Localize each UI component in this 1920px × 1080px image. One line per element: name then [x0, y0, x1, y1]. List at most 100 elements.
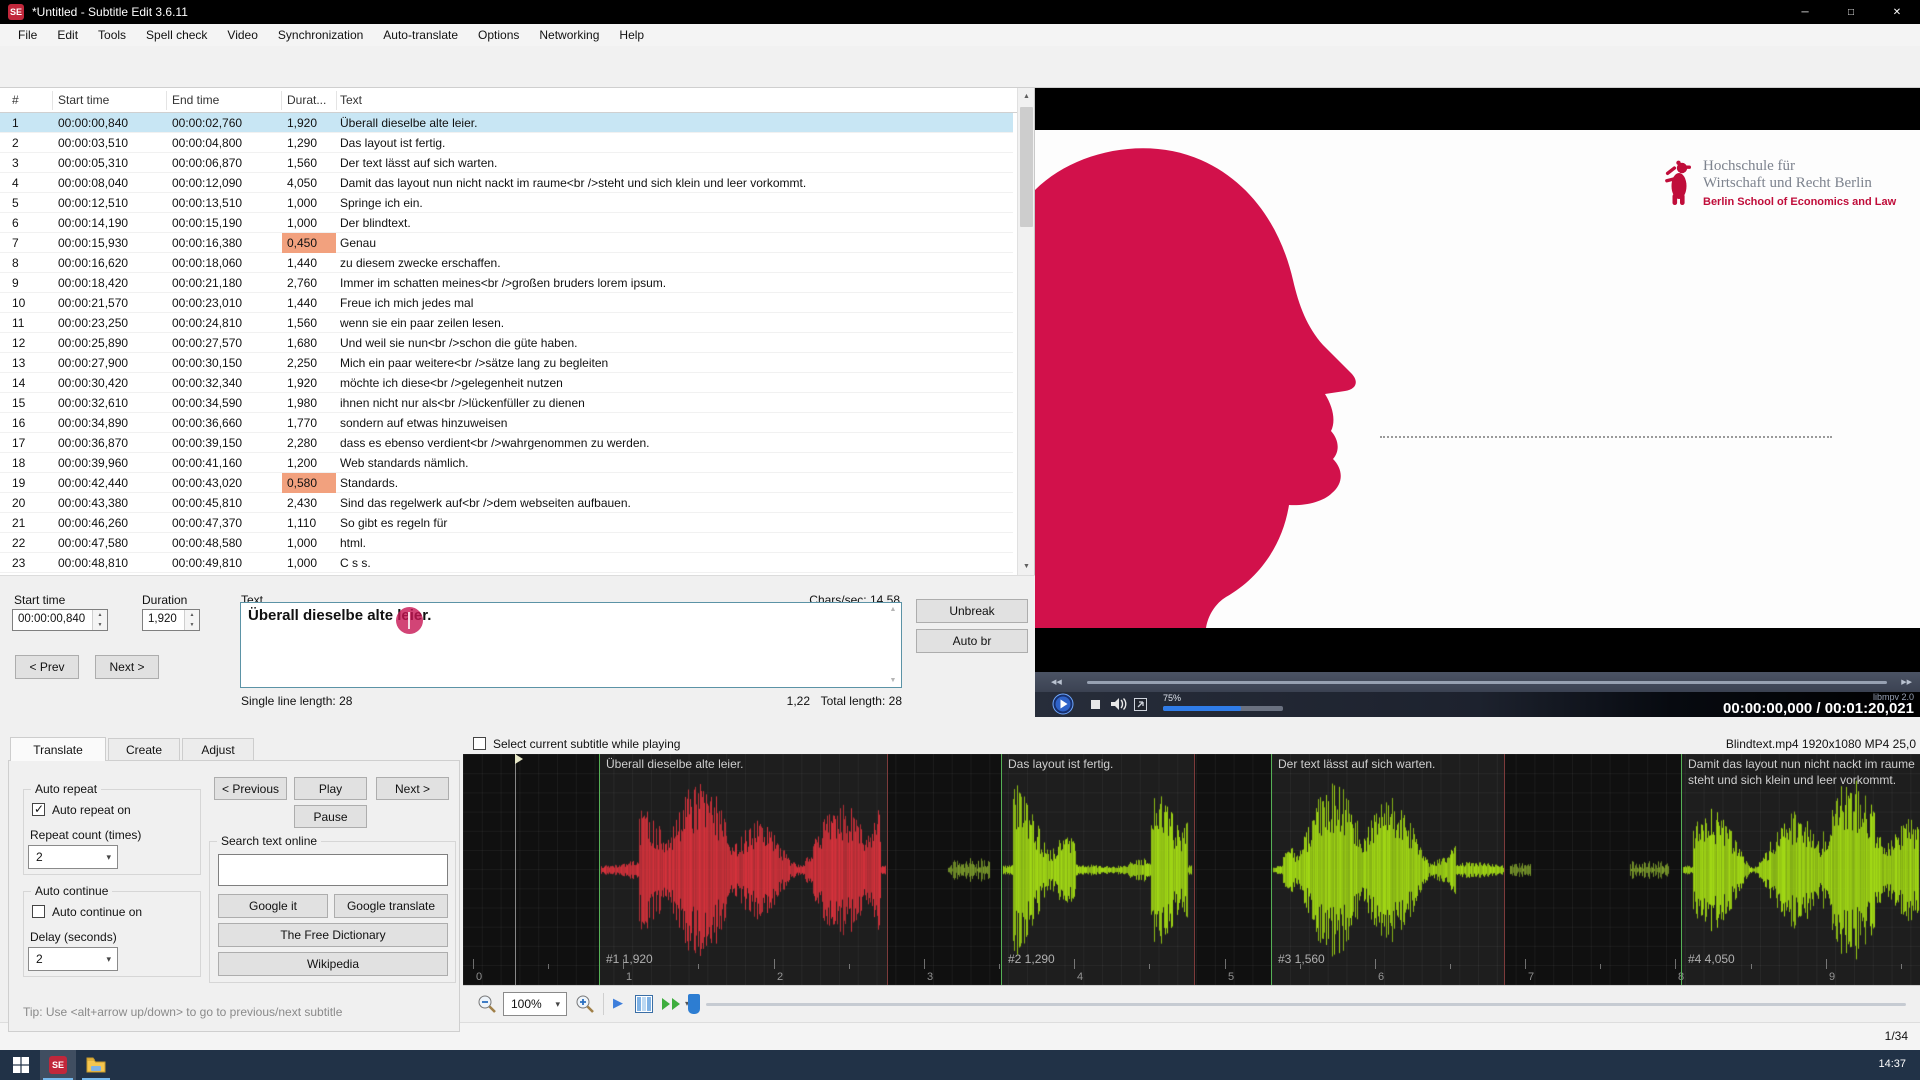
auto-repeat-checkbox[interactable] — [32, 802, 45, 816]
spin-down-icon[interactable]: ▼ — [92, 620, 107, 630]
subtitle-row[interactable]: 23 00:00:48,810 00:00:49,810 1,000 C s s. — [0, 553, 1013, 573]
taskbar-file-explorer[interactable] — [78, 1050, 114, 1080]
cell-du: 1,290 — [287, 136, 318, 150]
previous-button[interactable]: < Previous — [214, 777, 287, 800]
auto-continue-checkbox[interactable] — [32, 905, 45, 918]
subtitle-row[interactable]: 18 00:00:39,960 00:00:41,160 1,200 Web stand… — [0, 453, 1013, 473]
list-header: # Start time End time Durat... Text — [0, 88, 1034, 113]
tab-adjust[interactable]: Adjust — [182, 738, 254, 760]
cell-du: 1,000 — [287, 536, 318, 550]
subtitle-row[interactable]: 21 00:00:46,260 00:00:47,370 1,110 So gibt e… — [0, 513, 1013, 533]
subtitle-row[interactable]: 10 00:00:21,570 00:00:23,010 1,440 Freue ich… — [0, 293, 1013, 313]
subtitle-row[interactable]: 5 00:00:12,510 00:00:13,510 1,000 Springe ic… — [0, 193, 1013, 213]
search-text-input[interactable] — [218, 854, 448, 886]
cell-du: 1,200 — [287, 456, 318, 470]
subtitle-row[interactable]: 8 00:00:16,620 00:00:18,060 1,440 zu diesem … — [0, 253, 1013, 273]
pause-button[interactable]: Pause — [294, 805, 367, 828]
zoom-in-icon[interactable] — [575, 994, 595, 1014]
next-subtitle-button[interactable]: Next > — [95, 655, 159, 679]
position-slider-track[interactable] — [706, 1003, 1906, 1006]
subtitle-row[interactable]: 7 00:00:15,930 00:00:16,380 0,450 Genau — [0, 233, 1013, 253]
tab-create[interactable]: Create — [108, 738, 180, 760]
list-scrollbar[interactable]: ▲ ▼ — [1017, 88, 1034, 575]
subtitle-row[interactable]: 20 00:00:43,380 00:00:45,810 2,430 Sind das … — [0, 493, 1013, 513]
maximize-button[interactable]: □ — [1828, 0, 1874, 24]
cell-st: 00:00:15,930 — [58, 236, 129, 250]
video-player[interactable]: Hochschule für Wirtschaft und Recht Berl… — [1035, 88, 1920, 672]
menu-item-edit[interactable]: Edit — [47, 24, 88, 46]
waveform-play-icon[interactable]: ▶ — [613, 995, 623, 1011]
waveform-zoom-select[interactable]: 100% ▾ — [503, 992, 567, 1016]
next-button[interactable]: Next > — [376, 777, 449, 800]
wikipedia-button[interactable]: Wikipedia — [218, 952, 448, 976]
volume-slider[interactable] — [1163, 706, 1283, 711]
menu-item-synchronization[interactable]: Synchronization — [268, 24, 373, 46]
skip-forward-icon[interactable] — [661, 997, 683, 1011]
menu-item-file[interactable]: File — [8, 24, 47, 46]
menu-item-video[interactable]: Video — [217, 24, 267, 46]
subtitle-row[interactable]: 14 00:00:30,420 00:00:32,340 1,920 möchte ic… — [0, 373, 1013, 393]
subtitle-row[interactable]: 17 00:00:36,870 00:00:39,150 2,280 dass es e… — [0, 433, 1013, 453]
position-slider-thumb[interactable] — [688, 994, 700, 1014]
start-button[interactable] — [4, 1050, 38, 1080]
player-timecode: 00:00:00,000 / 00:01:20,021 — [1723, 700, 1914, 717]
close-button[interactable]: ✕ — [1874, 0, 1920, 24]
unbreak-button[interactable]: Unbreak — [916, 599, 1028, 623]
subtitle-row[interactable]: 13 00:00:27,900 00:00:30,150 2,250 Mich ein … — [0, 353, 1013, 373]
menu-item-options[interactable]: Options — [468, 24, 529, 46]
rewind-icon[interactable]: ◀◀ — [1051, 678, 1062, 686]
stop-button[interactable] — [1091, 700, 1100, 709]
scroll-down-icon[interactable]: ▼ — [890, 677, 897, 684]
menu-item-spell-check[interactable]: Spell check — [136, 24, 217, 46]
subtitle-row[interactable]: 16 00:00:34,890 00:00:36,660 1,770 sondern a… — [0, 413, 1013, 433]
subtitle-row[interactable]: 4 00:00:08,040 00:00:12,090 4,050 Damit das … — [0, 173, 1013, 193]
subtitle-row[interactable]: 2 00:00:03,510 00:00:04,800 1,290 Das layout… — [0, 133, 1013, 153]
menu-item-help[interactable]: Help — [609, 24, 654, 46]
spin-up-icon[interactable]: ▲ — [92, 610, 107, 620]
google-translate-button[interactable]: Google translate — [334, 894, 448, 918]
volume-icon[interactable] — [1111, 697, 1127, 711]
taskbar-subtitle-edit[interactable]: SE — [40, 1050, 76, 1080]
auto-br-button[interactable]: Auto br — [916, 629, 1028, 653]
google-it-button[interactable]: Google it — [218, 894, 328, 918]
scrollbar-thumb[interactable] — [1020, 107, 1033, 227]
grid-view-icon[interactable] — [635, 995, 653, 1013]
minimize-button[interactable]: ─ — [1782, 0, 1828, 24]
scroll-up-icon[interactable]: ▲ — [890, 606, 897, 613]
scroll-down-icon[interactable]: ▼ — [1018, 558, 1035, 575]
subtitle-row[interactable]: 22 00:00:47,580 00:00:48,580 1,000 html. — [0, 533, 1013, 553]
play-button[interactable] — [1052, 693, 1074, 715]
waveform-view[interactable]: 0123456789Überall dieselbe alte leier.#1… — [463, 754, 1920, 985]
subtitle-row[interactable]: 6 00:00:14,190 00:00:15,190 1,000 Der blindt… — [0, 213, 1013, 233]
prev-subtitle-button[interactable]: < Prev — [15, 655, 79, 679]
subtitle-row[interactable]: 1 00:00:00,840 00:00:02,760 1,920 Überall di… — [0, 113, 1013, 133]
menu-item-tools[interactable]: Tools — [88, 24, 136, 46]
seek-track[interactable] — [1087, 681, 1887, 684]
menu-item-auto-translate[interactable]: Auto-translate — [373, 24, 468, 46]
cell-num: 3 — [12, 156, 19, 170]
repeat-count-select[interactable]: 2 ▾ — [28, 845, 118, 869]
delay-select[interactable]: 2 ▾ — [28, 947, 118, 971]
duration-spinner[interactable]: 1,920 ▲ ▼ — [142, 609, 200, 631]
subtitle-row[interactable]: 3 00:00:05,310 00:00:06,870 1,560 Der text l… — [0, 153, 1013, 173]
subtitle-row[interactable]: 11 00:00:23,250 00:00:24,810 1,560 wenn sie … — [0, 313, 1013, 333]
video-seek-bar[interactable]: ◀◀ ▶▶ — [1035, 672, 1920, 692]
subtitle-row[interactable]: 9 00:00:18,420 00:00:21,180 2,760 Immer im s… — [0, 273, 1013, 293]
fullscreen-icon[interactable] — [1134, 698, 1147, 711]
play-button-panel[interactable]: Play — [294, 777, 367, 800]
start-time-spinner[interactable]: 00:00:00,840 ▲ ▼ — [12, 609, 108, 631]
subtitle-row[interactable]: 12 00:00:25,890 00:00:27,570 1,680 Und weil … — [0, 333, 1013, 353]
scroll-up-icon[interactable]: ▲ — [1018, 88, 1035, 105]
subtitle-row[interactable]: 19 00:00:42,440 00:00:43,020 0,580 Standards… — [0, 473, 1013, 493]
zoom-out-icon[interactable] — [477, 994, 497, 1014]
fast-forward-icon[interactable]: ▶▶ — [1901, 678, 1912, 686]
subtitle-row[interactable]: 15 00:00:32,610 00:00:34,590 1,980 ihnen nic… — [0, 393, 1013, 413]
textbox-scrollbar[interactable]: ▲ ▼ — [886, 604, 900, 686]
select-current-subtitle-checkbox[interactable] — [473, 737, 486, 750]
free-dictionary-button[interactable]: The Free Dictionary — [218, 923, 448, 947]
spin-up-icon[interactable]: ▲ — [184, 610, 199, 620]
subtitle-text-input[interactable]: Überall dieselbe alte leier. ▲ ▼ — [240, 602, 902, 688]
spin-down-icon[interactable]: ▼ — [184, 620, 199, 630]
tab-translate[interactable]: Translate — [10, 737, 106, 761]
menu-item-networking[interactable]: Networking — [529, 24, 609, 46]
